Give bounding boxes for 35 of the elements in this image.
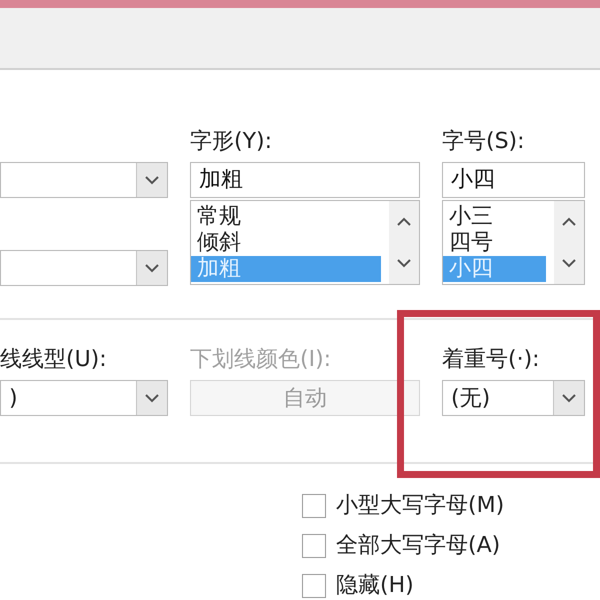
checkbox-label: 全部大写字母(A) xyxy=(336,532,500,560)
chevron-down-icon xyxy=(397,258,411,268)
list-item[interactable]: 常规 xyxy=(191,204,381,230)
chevron-down-icon xyxy=(145,264,159,272)
scrollbar[interactable] xyxy=(389,201,419,284)
chevron-up-icon xyxy=(562,217,576,226)
chevron-down-icon xyxy=(562,394,576,402)
chevron-down-icon xyxy=(562,258,576,268)
dropdown[interactable]: ) xyxy=(0,380,168,416)
checkbox[interactable] xyxy=(302,494,326,518)
field-label: 字形(Y): xyxy=(190,128,274,155)
field-label: 线线型(U): xyxy=(0,346,108,373)
field-label: 字号(S): xyxy=(442,128,526,155)
checkbox[interactable] xyxy=(302,574,326,598)
checkbox-label: 隐藏(H) xyxy=(336,572,414,600)
scrollbar[interactable] xyxy=(554,201,584,284)
dropdown-arrow-button[interactable] xyxy=(136,163,167,197)
list-item[interactable]: 小三 xyxy=(443,204,546,230)
text-field[interactable]: 加粗 xyxy=(190,162,420,198)
field-label: 着重号(·): xyxy=(442,346,541,373)
field-label: 下划线颜色(I): xyxy=(190,346,332,373)
checkbox[interactable] xyxy=(302,534,326,558)
checkbox-label: 小型大写字母(M) xyxy=(336,492,504,520)
dropdown-arrow-button[interactable] xyxy=(136,251,167,285)
dropdown[interactable]: (无) xyxy=(442,380,585,416)
list-item[interactable]: 四号 xyxy=(443,230,546,256)
list-item[interactable]: 倾斜 xyxy=(191,230,381,256)
text-field[interactable]: 小四 xyxy=(442,162,585,198)
dropdown-arrow-button[interactable] xyxy=(136,381,167,415)
chevron-down-icon xyxy=(145,176,159,184)
list-box[interactable]: 小三 四号 小四 xyxy=(442,200,585,285)
dropdown-arrow-button[interactable] xyxy=(553,381,584,415)
list-box[interactable]: 常规 倾斜 加粗 xyxy=(190,200,420,285)
chevron-up-icon xyxy=(397,217,411,226)
chevron-down-icon xyxy=(145,394,159,402)
